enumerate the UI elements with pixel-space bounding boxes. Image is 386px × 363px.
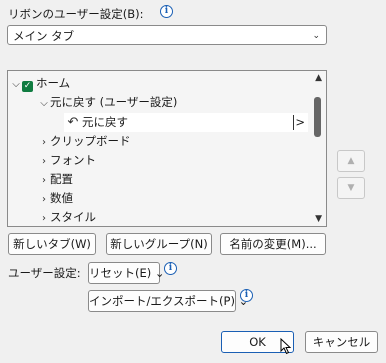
expand-caret-icon[interactable]: › xyxy=(38,133,50,152)
scrollbar-thumb[interactable] xyxy=(314,97,321,137)
cancel-button[interactable]: キャンセル xyxy=(305,331,378,353)
undo-icon: ↶ xyxy=(67,115,79,130)
tree-item-undo-group[interactable]: ⌵ 元に戻す (ユーザー設定) xyxy=(38,93,177,112)
ribbon-tab-select[interactable]: メイン タブ ⌄ xyxy=(7,25,327,45)
expand-caret-icon[interactable]: › xyxy=(38,209,50,228)
arrow-up-icon: ▲ xyxy=(347,156,355,166)
reset-button[interactable]: リセット(E) ⌄ xyxy=(88,262,165,284)
expand-caret-icon[interactable]: ⌵ xyxy=(10,75,22,94)
scroll-up-icon[interactable]: ▲ xyxy=(315,73,322,83)
expand-caret-icon[interactable]: › xyxy=(38,171,50,190)
ribbon-tree[interactable]: ⌵ ✓ ホーム ⌵ 元に戻す (ユーザー設定) ↶ 元に戻す > › クリップボード › フ… xyxy=(7,70,327,227)
tree-item-font[interactable]: › フォント xyxy=(38,151,96,170)
tree-item-styles[interactable]: › スタイル xyxy=(38,208,96,227)
expand-caret-icon[interactable]: › xyxy=(38,152,50,171)
new-group-button[interactable]: 新しいグループ(N) xyxy=(106,233,212,255)
chevron-down-icon: ⌄ xyxy=(312,31,320,41)
user-settings-label: ユーザー設定: xyxy=(8,266,81,280)
tree-item-clipboard[interactable]: › クリップボード xyxy=(38,132,131,151)
move-up-button[interactable]: ▲ xyxy=(337,150,365,172)
tree-item-undo[interactable]: ↶ 元に戻す > xyxy=(64,113,308,132)
tree-item-number[interactable]: › 数値 xyxy=(38,189,73,208)
move-down-button[interactable]: ▼ xyxy=(337,177,365,199)
submenu-arrow-icon[interactable]: > xyxy=(295,113,305,132)
scroll-down-icon[interactable]: ▼ xyxy=(315,214,322,224)
info-icon[interactable]: i xyxy=(240,289,253,302)
new-tab-button[interactable]: 新しいタブ(W) xyxy=(8,233,96,255)
info-icon[interactable]: i xyxy=(160,5,173,18)
expand-caret-icon[interactable]: ⌵ xyxy=(38,94,50,113)
ribbon-customize-label: リボンのユーザー設定(B): xyxy=(8,7,144,21)
expand-caret-icon[interactable]: › xyxy=(38,190,50,209)
divider xyxy=(293,115,294,130)
mouse-cursor-icon xyxy=(280,338,292,355)
import-export-button[interactable]: インポート/エクスポート(P) ⌄ xyxy=(88,290,248,312)
checkbox-checked-icon[interactable]: ✓ xyxy=(22,81,33,92)
info-icon[interactable]: i xyxy=(164,262,177,275)
tree-item-home[interactable]: ⌵ ✓ ホーム xyxy=(10,74,70,93)
arrow-down-icon: ▼ xyxy=(347,183,355,193)
tree-item-alignment[interactable]: › 配置 xyxy=(38,170,73,189)
rename-button[interactable]: 名前の変更(M)... xyxy=(220,233,326,255)
